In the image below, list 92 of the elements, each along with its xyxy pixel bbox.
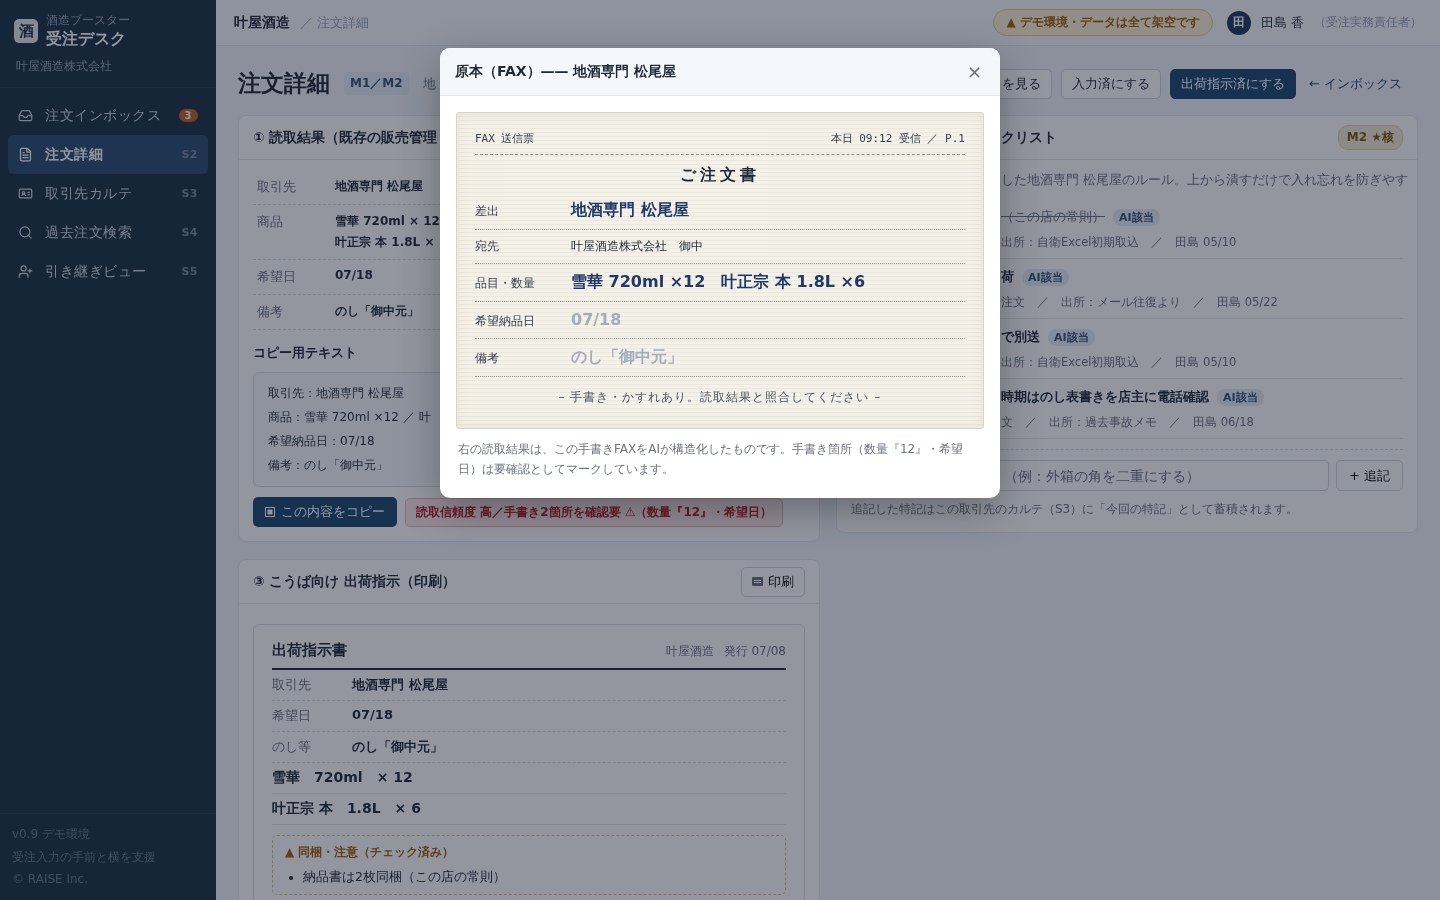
copy-text-line: 備考：のし「御中元」 — [268, 457, 388, 474]
field-value: 叶正宗 本 1.8L × — [335, 234, 435, 251]
field-value: 07/18 — [335, 268, 373, 282]
dialog-title: 原本（FAX）—— 地酒専門 松尾屋 — [455, 62, 677, 81]
item-meta: 文 ／ 出所：過去事故メモ ／ 田島 06/18 — [1001, 415, 1254, 429]
print-button[interactable]: 印刷 — [741, 566, 805, 597]
add-note-button[interactable]: + 追記 — [1335, 460, 1403, 491]
checklist-item[interactable]: 荷 — [1001, 268, 1014, 286]
handwritten-value: 地酒専門 松尾屋 — [571, 200, 690, 221]
back-link[interactable]: ← インボックス — [1304, 68, 1406, 99]
app-logo: 酒 — [14, 19, 38, 43]
sidebar-item[interactable]: 注文インボックス 3 — [8, 96, 208, 135]
item-quantity: × 6 — [394, 800, 421, 818]
company-name: 叶屋酒造株式会社 — [0, 50, 216, 88]
ai-tag: AI該当 — [1217, 388, 1264, 406]
field-label: 備考 — [257, 303, 283, 321]
item-meta: 出所：自衛Excel初期取込 ／ 田島 05/10 — [1001, 235, 1237, 249]
field-value: 地酒専門 松尾屋 — [352, 676, 448, 694]
count-badge: 3 — [178, 109, 198, 122]
demo-notice: ▲ デモ環境・データは全て架空です — [993, 9, 1213, 36]
copy-text-line: 希望納品日：07/18 — [268, 433, 375, 450]
bullet-icon — [289, 875, 293, 880]
field-label: 希望日 — [272, 707, 311, 725]
notice-text: 納品書は2枚同梱（この店の常則） — [303, 869, 506, 886]
fax-footer: – 手書き・かすれあり。読取結果と照合してください – — [475, 377, 965, 406]
fax-field-label: 備考 — [475, 350, 500, 367]
handwritten-value: 雪華 720ml ×12 叶正宗 本 1.8L ×6 — [571, 272, 867, 293]
fax-label: FAX 送信票 — [475, 131, 535, 146]
item-size: 720ml — [314, 769, 363, 787]
field-label: 取引先 — [272, 676, 311, 694]
card-title: ③ こうば向け 出荷指示（印刷） — [253, 572, 456, 591]
field-value: のし「御中元」 — [352, 738, 443, 756]
field-label: 取引先 — [257, 178, 296, 196]
item-size: 1.8L — [346, 800, 381, 818]
id-card-icon — [18, 186, 33, 201]
ai-tag: AI該当 — [1113, 208, 1160, 226]
item-name: 叶正宗 本 — [272, 800, 333, 818]
fax-title: ご注文書 — [679, 164, 761, 186]
user-plus-icon — [18, 264, 33, 279]
document-icon — [18, 147, 33, 162]
user-name: 田島 香 — [1260, 13, 1304, 32]
item-quantity: × 12 — [376, 769, 413, 787]
app-title: 受注デスク — [46, 29, 127, 50]
close-button[interactable]: × — [962, 61, 986, 82]
checklist-item[interactable]: 時期はのし表書きを店主に電話確認 — [1001, 388, 1209, 406]
breadcrumb-link[interactable]: 叶屋酒造 — [234, 13, 290, 32]
help-text: 追記した特記はこの取引先のカルテ（S3）に「今回の特記」として蓄積されます。 — [851, 501, 1300, 518]
section-heading: コピー用テキスト — [253, 344, 357, 362]
confidence-warning: 読取信頼度 高／手書き2箇所を確認要 ⚠（数量『12』・希望日） — [405, 497, 784, 527]
fax-field-label: 希望納品日 — [475, 313, 536, 330]
page-title: 注文詳細 — [238, 69, 330, 98]
app-subtitle: 酒造ブースター — [46, 12, 130, 29]
module-badge: M2 ★核 — [1337, 125, 1403, 150]
copy-text-line: 商品：雪華 720ml ×12 ／ 叶 — [268, 409, 431, 426]
item-name: 雪華 — [272, 769, 300, 787]
fax-field-label: 差出 — [475, 203, 500, 220]
copy-text-line: 取引先：地酒専門 松尾屋 — [268, 385, 404, 402]
inbox-icon — [18, 108, 33, 123]
search-icon — [18, 225, 33, 240]
user-avatar: 田 — [1226, 10, 1251, 35]
document-title: 出荷指示書 — [272, 641, 347, 660]
copy-icon — [265, 507, 275, 517]
ai-tag: AI該当 — [1022, 268, 1069, 286]
ai-tag: AI該当 — [1048, 328, 1095, 346]
field-label: 商品 — [257, 213, 283, 231]
checklist-item[interactable]: （この店の常則） — [1001, 208, 1105, 226]
field-value: 地酒専門 松尾屋 — [335, 178, 424, 195]
received-time: 本日 09:12 受信 ／ P.1 — [830, 131, 965, 146]
copy-button[interactable]: この内容をコピー — [253, 497, 397, 527]
handwritten-value: のし「御中元」 — [571, 347, 684, 368]
action-button[interactable]: 出荷指示済にする — [1169, 68, 1296, 99]
notice-title: ▲ 同梱・注意（チェック済み） — [285, 844, 456, 861]
fax-field-label: 品目・数量 — [475, 275, 536, 292]
field-label: のし等 — [272, 738, 311, 756]
field-value: 雪華 720ml × 12 — [335, 213, 440, 230]
card-title: ① 読取結果（既存の販売管理 — [253, 128, 438, 147]
module-tag: M1／M2 — [344, 72, 409, 95]
fax-field-value: 叶屋酒造株式会社 御中 — [571, 238, 704, 255]
item-meta: 出所：自衛Excel初期取込 ／ 田島 05/10 — [1001, 355, 1237, 369]
handwritten-value: 07/18 — [571, 310, 623, 329]
field-value: 07/18 — [352, 707, 393, 724]
page-subtitle: 地 — [422, 74, 437, 93]
issue-date: 発行 07/08 — [723, 643, 786, 660]
fax-field-label: 宛先 — [475, 238, 500, 255]
checklist-item[interactable]: で別送 — [1001, 328, 1040, 346]
action-button[interactable]: 入力済にする — [1060, 68, 1161, 99]
field-value: のし「御中元」 — [335, 303, 419, 320]
field-label: 希望日 — [257, 268, 296, 286]
issuer-name: 叶屋酒造 — [665, 643, 714, 660]
card-title: クリスト — [1001, 128, 1057, 147]
item-meta: 注文 ／ 出所：メール往復より ／ 田島 05/22 — [1001, 295, 1278, 309]
printer-icon — [752, 577, 763, 586]
